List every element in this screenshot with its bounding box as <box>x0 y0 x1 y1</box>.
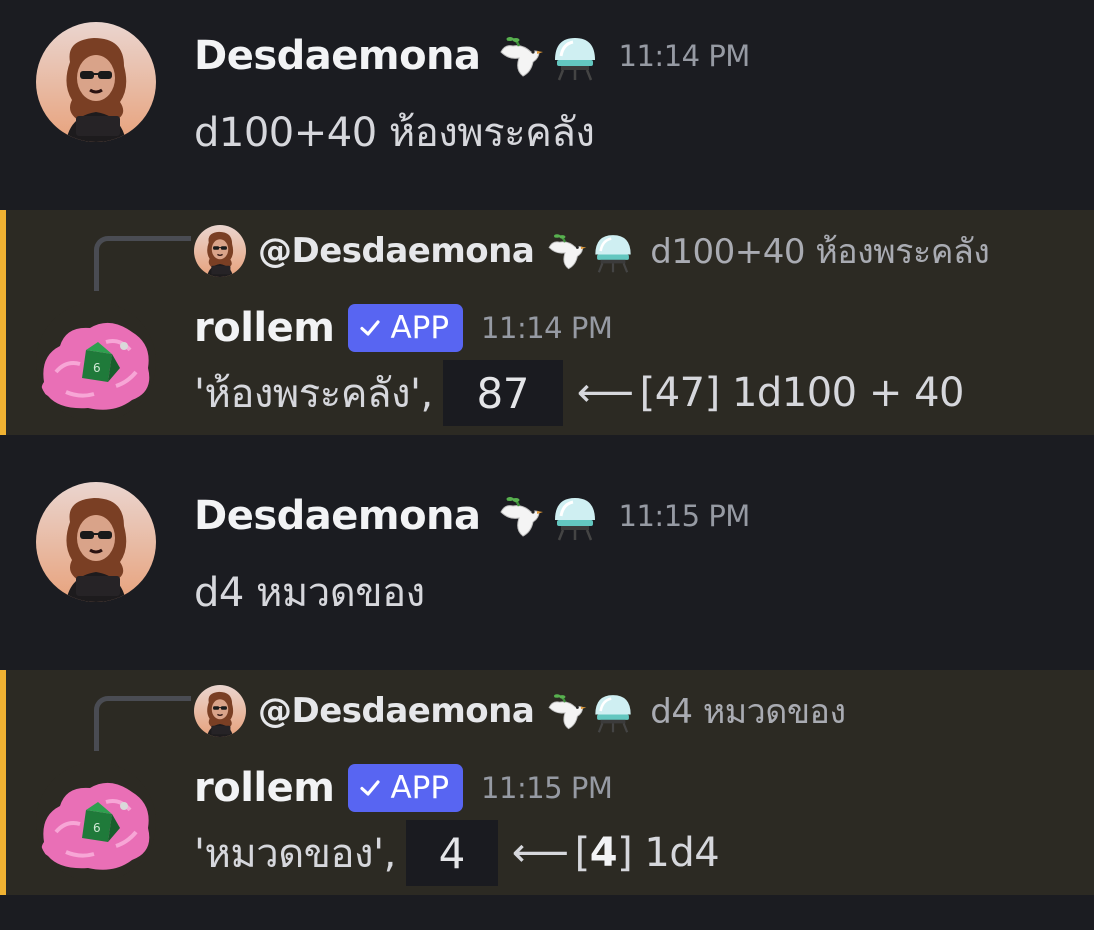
crystal-ball-icon <box>549 490 601 542</box>
timestamp: 11:15 PM <box>481 771 613 805</box>
roll-detail-open: [ <box>639 370 656 416</box>
bot-avatar-icon <box>36 302 156 422</box>
chat-log: Desdaemona 11:14 PM d100+40 ห้องพระคลัง … <box>0 0 1094 930</box>
roll-total: 4 <box>405 820 498 886</box>
user-avatar-icon <box>194 225 246 277</box>
reply-connector <box>94 236 191 291</box>
roll-detail: [4] 1d4 <box>575 830 720 876</box>
message-text: d4 หมวดของ <box>194 570 425 616</box>
roll-label: 'หมวดของ', <box>194 831 396 877</box>
message-header: Desdaemona 11:14 PM <box>194 30 750 82</box>
bot-message-item[interactable]: @Desdaemona d100+40 ห้องพระคลัง rollem A… <box>0 210 1094 435</box>
app-badge-label: APP <box>390 770 450 806</box>
roll-detail: [47] 1d100 + 40 <box>639 370 965 416</box>
reply-reference[interactable]: @Desdaemona d100+40 ห้องพระคลัง <box>194 224 990 278</box>
timestamp: 11:15 PM <box>618 499 751 533</box>
app-badge-label: APP <box>390 310 450 346</box>
reply-avatar <box>194 225 246 277</box>
reply-text: d4 หมวดของ <box>650 692 846 732</box>
bot-avatar-icon <box>36 762 156 882</box>
message-item[interactable]: Desdaemona 11:14 PM d100+40 ห้องพระคลัง <box>0 0 1094 210</box>
reply-mention[interactable]: @Desdaemona <box>258 691 535 731</box>
bot-message-item[interactable]: @Desdaemona d4 หมวดของ rollem APP 11:15 … <box>0 670 1094 895</box>
message-text: d100+40 ห้องพระคลัง <box>194 110 595 156</box>
roll-detail-open: [ <box>574 830 591 876</box>
crystal-ball-icon <box>590 688 636 734</box>
dove-icon <box>493 30 545 82</box>
checkmark-icon <box>358 776 382 800</box>
user-avatar-icon <box>194 685 246 737</box>
crystal-ball-icon <box>590 228 636 274</box>
roll-label: 'ห้องพระคลัง', <box>194 371 433 417</box>
dove-icon <box>542 688 588 734</box>
user-avatar-icon <box>36 482 156 602</box>
message-header: rollem APP 11:14 PM <box>194 304 613 352</box>
roll-detail-formula: ] 1d4 <box>617 830 720 876</box>
reply-reference[interactable]: @Desdaemona d4 หมวดของ <box>194 684 846 738</box>
avatar[interactable] <box>36 22 156 142</box>
reply-connector <box>94 696 191 751</box>
roll-detail-value: 47 <box>654 370 705 416</box>
reply-avatar <box>194 685 246 737</box>
roll-result: 'หมวดของ', 4 ⟵ [4] 1d4 <box>194 820 720 886</box>
message-header: rollem APP 11:15 PM <box>194 764 613 812</box>
left-arrow-icon: ⟵ <box>576 370 634 416</box>
crystal-ball-icon <box>549 30 601 82</box>
username[interactable]: rollem <box>194 765 335 811</box>
message-header: Desdaemona 11:15 PM <box>194 490 750 542</box>
timestamp: 11:14 PM <box>481 311 613 345</box>
roll-result: 'ห้องพระคลัง', 87 ⟵ [47] 1d100 + 40 <box>194 360 964 426</box>
reply-mention[interactable]: @Desdaemona <box>258 231 535 271</box>
message-item[interactable]: Desdaemona 11:15 PM d4 หมวดของ <box>0 460 1094 670</box>
user-avatar-icon <box>36 22 156 142</box>
roll-detail-value: 4 <box>589 830 618 876</box>
roll-total: 87 <box>442 360 563 426</box>
username[interactable]: Desdaemona <box>194 493 481 539</box>
timestamp: 11:14 PM <box>618 39 751 73</box>
checkmark-icon <box>358 316 382 340</box>
roll-detail-formula: ] 1d100 + 40 <box>704 370 965 416</box>
avatar[interactable] <box>36 302 156 422</box>
username[interactable]: rollem <box>194 305 335 351</box>
avatar[interactable] <box>36 762 156 882</box>
dove-icon <box>542 228 588 274</box>
app-badge: APP <box>348 764 464 812</box>
avatar[interactable] <box>36 482 156 602</box>
dove-icon <box>493 490 545 542</box>
reply-text: d100+40 ห้องพระคลัง <box>650 232 990 272</box>
app-badge: APP <box>348 304 464 352</box>
left-arrow-icon: ⟵ <box>511 830 569 876</box>
username[interactable]: Desdaemona <box>194 33 481 79</box>
